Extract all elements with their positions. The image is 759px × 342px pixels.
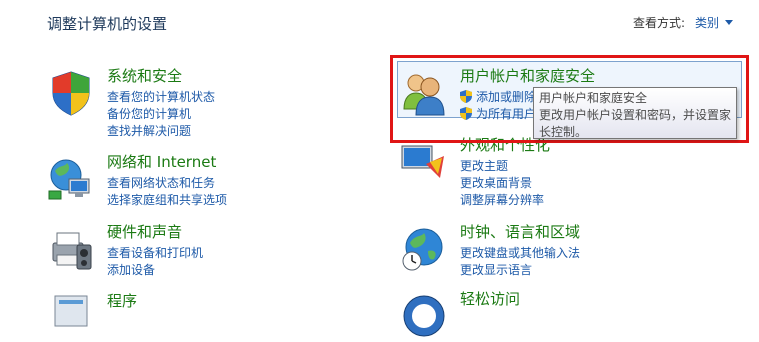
clock-globe-icon	[402, 228, 443, 271]
programs-icon	[54, 295, 88, 327]
printer-icon	[52, 232, 92, 270]
tooltip-desc-line2: 长控制。	[539, 125, 588, 139]
page-title: 调整计算机的设置	[47, 15, 168, 33]
view-by-dropdown[interactable]: 类别	[695, 14, 719, 31]
link-view-computer-status[interactable]: 查看您的计算机状态	[107, 89, 215, 106]
link-devices-printers[interactable]: 查看设备和打印机	[107, 245, 203, 262]
link-homegroup-sharing[interactable]: 选择家庭组和共享选项	[107, 192, 227, 209]
network-globe-icon	[48, 159, 90, 200]
link-change-display-language[interactable]: 更改显示语言	[460, 262, 580, 279]
tooltip-title: 用户帐户和家庭安全	[539, 91, 648, 105]
tooltip: 用户帐户和家庭安全 更改用户帐户设置和密码，并设置家 长控制。	[533, 87, 737, 139]
link-add-device[interactable]: 添加设备	[107, 262, 203, 279]
chevron-down-icon[interactable]	[725, 20, 733, 25]
view-by: 查看方式: 类别	[633, 14, 733, 31]
link-network-status[interactable]: 查看网络状态和任务	[107, 175, 227, 192]
category-title-hardware[interactable]: 硬件和声音	[107, 221, 182, 242]
link-change-keyboard-input[interactable]: 更改键盘或其他输入法	[460, 245, 580, 262]
category-title-network[interactable]: 网络和 Internet	[107, 151, 216, 172]
category-title-programs[interactable]: 程序	[107, 290, 137, 311]
appearance-monitor-icon	[401, 145, 444, 178]
link-backup-computer[interactable]: 备份您的计算机	[107, 106, 215, 123]
category-title-ease[interactable]: 轻松访问	[460, 288, 520, 309]
ease-of-access-icon	[403, 295, 445, 337]
security-shield-icon	[52, 71, 90, 116]
link-troubleshoot[interactable]: 查找并解决问题	[107, 123, 215, 140]
link-change-desktop-background[interactable]: 更改桌面背景	[460, 175, 544, 192]
tooltip-desc-line1: 更改用户帐户设置和密码，并设置家	[539, 108, 732, 122]
category-title-clock[interactable]: 时钟、语言和区域	[460, 221, 580, 242]
link-change-theme[interactable]: 更改主题	[460, 158, 544, 175]
category-title-system[interactable]: 系统和安全	[107, 65, 182, 86]
view-by-label: 查看方式:	[632, 16, 685, 30]
link-adjust-resolution[interactable]: 调整屏幕分辨率	[460, 192, 544, 209]
